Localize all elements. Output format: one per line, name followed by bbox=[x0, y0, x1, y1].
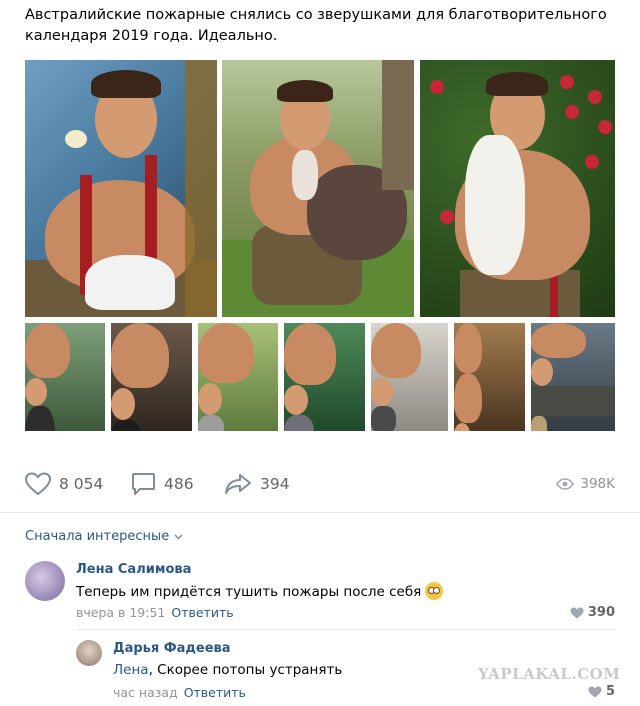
photo-firefighter-alpaca[interactable] bbox=[222, 60, 414, 317]
likes-count: 8 054 bbox=[59, 475, 104, 493]
post-text: Австралийские пожарные снялись со зверуш… bbox=[25, 7, 607, 44]
heart-icon bbox=[588, 686, 602, 697]
comment-text: Лена, Скорее потопы устранять bbox=[113, 662, 342, 678]
reply-button[interactable]: Ответить bbox=[184, 685, 246, 700]
heart-icon bbox=[570, 607, 584, 618]
views-counter: 398K bbox=[556, 468, 615, 500]
reply-mention-link[interactable]: Лена bbox=[113, 662, 149, 678]
share-button[interactable]: 394 bbox=[224, 468, 290, 500]
site-watermark: YAPLAKAL.COM bbox=[478, 665, 621, 683]
comments-divider bbox=[0, 512, 640, 513]
avatar[interactable] bbox=[76, 640, 102, 666]
photo-firefighter-lamb[interactable] bbox=[420, 60, 615, 317]
shares-count: 394 bbox=[260, 475, 290, 493]
views-count: 398K bbox=[580, 476, 615, 492]
thumbnail-firefighter-koala[interactable] bbox=[198, 323, 278, 431]
flushed-emoji-icon bbox=[425, 582, 444, 600]
comment-button[interactable]: 486 bbox=[131, 468, 194, 500]
photo-firefighter-duckling[interactable] bbox=[25, 60, 217, 317]
comment-time: час назад bbox=[113, 685, 178, 700]
thumbnail-firefighter-puppy[interactable] bbox=[111, 323, 192, 431]
comment-text-body: Теперь им придётся тушить пожары после с… bbox=[76, 584, 422, 600]
comment-meta: час назад Ответить bbox=[113, 685, 246, 700]
avatar[interactable] bbox=[25, 561, 65, 601]
heart-icon bbox=[25, 472, 51, 496]
comment-time: вчера в 19:51 bbox=[76, 605, 166, 620]
comment-like-button[interactable]: 390 bbox=[570, 605, 615, 620]
post-actions: 8 054 486 394 398K bbox=[25, 468, 615, 500]
comment-likes-count: 5 bbox=[605, 684, 615, 699]
comments-count: 486 bbox=[164, 475, 194, 493]
comments-sort-label: Сначала интересные bbox=[25, 529, 170, 544]
comment-text: Теперь им придётся тушить пожары после с… bbox=[76, 582, 444, 600]
share-arrow-icon bbox=[225, 474, 251, 494]
chevron-down-icon bbox=[174, 534, 183, 539]
thumbnail-two-firefighters[interactable] bbox=[454, 323, 525, 431]
comment-icon bbox=[132, 473, 155, 495]
comment-meta: вчера в 19:51 Ответить bbox=[76, 605, 234, 620]
comments-sort-dropdown[interactable]: Сначала интересные bbox=[25, 529, 183, 544]
thumbnail-firefighter-husky[interactable] bbox=[25, 323, 105, 431]
thumbnail-firefighter-bird[interactable] bbox=[371, 323, 448, 431]
eye-icon bbox=[556, 478, 575, 490]
like-button[interactable]: 8 054 bbox=[25, 468, 103, 500]
reply-button[interactable]: Ответить bbox=[171, 605, 233, 620]
thumbnail-firefighter-wombat[interactable] bbox=[284, 323, 365, 431]
comment-text-body: , Скорее потопы устранять bbox=[148, 662, 343, 678]
comment-like-button[interactable]: 5 bbox=[588, 684, 615, 699]
comment-author[interactable]: Лена Салимова bbox=[76, 562, 191, 577]
reply-divider bbox=[76, 629, 615, 630]
comment-likes-count: 390 bbox=[587, 605, 615, 620]
thumbnail-firefighter-lizard[interactable] bbox=[531, 323, 615, 431]
comment-author[interactable]: Дарья Фадеева bbox=[113, 641, 231, 656]
